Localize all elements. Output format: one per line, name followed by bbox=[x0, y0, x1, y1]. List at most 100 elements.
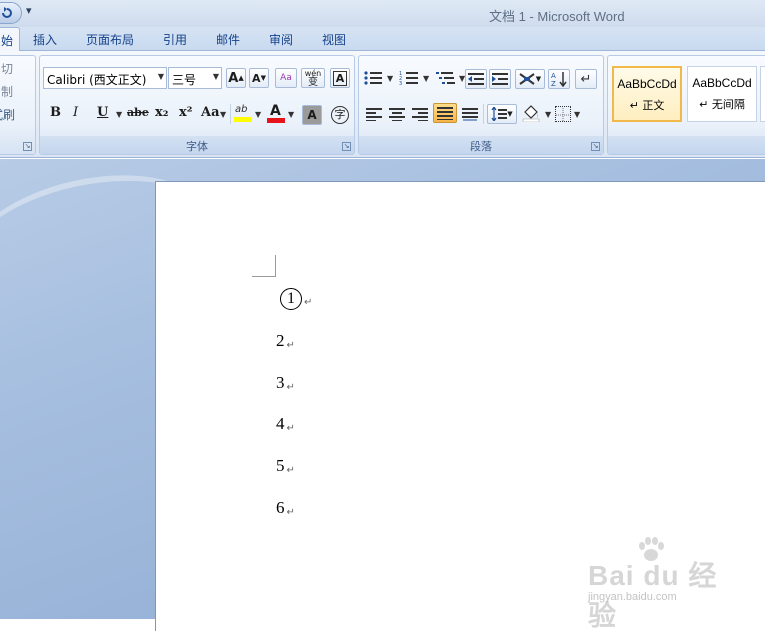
bold-button[interactable]: B bbox=[50, 105, 61, 120]
character-border-button[interactable]: A bbox=[330, 68, 350, 88]
change-case-button[interactable]: Aa bbox=[201, 105, 220, 120]
tab-insert[interactable]: 插入 bbox=[33, 31, 57, 48]
grow-font-icon: A bbox=[228, 70, 239, 86]
font-dialog-launcher[interactable]: ↘ bbox=[342, 142, 351, 151]
highlighter-icon: ab bbox=[235, 104, 248, 115]
format-painter-button[interactable]: 式刷 bbox=[0, 106, 15, 123]
highlight-button[interactable]: ab bbox=[233, 104, 255, 124]
phonetic-guide-button[interactable]: wén 变 bbox=[301, 68, 325, 88]
subscript-button[interactable]: x₂ bbox=[155, 105, 168, 120]
line-spacing-button[interactable]: ▼ bbox=[487, 104, 517, 124]
paragraph-mark: ↵ bbox=[286, 507, 295, 518]
paragraph-mark: ↵ bbox=[286, 465, 295, 476]
distributed-button[interactable] bbox=[459, 104, 481, 124]
chevron-down-icon: ▼ bbox=[423, 74, 430, 83]
document-line-3[interactable]: 3 ↵ bbox=[276, 373, 295, 393]
borders-button[interactable] bbox=[555, 106, 571, 122]
font-name-value: Calibri (西文正文) bbox=[47, 73, 147, 87]
paragraph-mark: ↵ bbox=[286, 340, 295, 351]
tab-page-layout[interactable]: 页面布局 bbox=[86, 31, 134, 48]
undo-icon bbox=[2, 7, 12, 18]
shrink-font-icon: A bbox=[252, 71, 261, 85]
cut-button[interactable]: 切 bbox=[1, 60, 13, 77]
bullets-button[interactable]: ▼ bbox=[363, 70, 393, 88]
chevron-down-icon: ▼ bbox=[157, 72, 164, 81]
font-color-button[interactable]: A bbox=[266, 103, 288, 124]
font-name-combo[interactable]: Calibri (西文正文) ▼ bbox=[43, 67, 167, 89]
clipboard-group: 切 制 式刷 ↘ bbox=[0, 55, 36, 155]
watermark-url: jingyan.baidu.com bbox=[588, 591, 677, 603]
distributed-icon bbox=[462, 108, 478, 121]
show-hide-marks-button[interactable]: ↵ bbox=[575, 69, 597, 89]
justify-button[interactable] bbox=[433, 103, 457, 123]
clear-format-button[interactable]: Aa bbox=[275, 68, 297, 88]
tab-references[interactable]: 引用 bbox=[163, 31, 187, 48]
style-name: ↵ 无间隔 bbox=[699, 98, 745, 111]
undo-button[interactable] bbox=[0, 2, 22, 24]
style-heading-1[interactable]: A bbox=[760, 66, 765, 122]
chevron-down-icon[interactable]: ▼ bbox=[220, 110, 226, 119]
line-number: 5 bbox=[276, 456, 285, 475]
document-line-1[interactable]: 1 ↵ bbox=[276, 288, 312, 310]
line-spacing-icon bbox=[491, 107, 508, 121]
decrease-indent-icon bbox=[468, 73, 484, 85]
sort-button[interactable]: A Z bbox=[548, 69, 570, 89]
quick-access-dropdown[interactable]: ▾ bbox=[26, 4, 32, 17]
tab-view[interactable]: 视图 bbox=[322, 31, 346, 48]
paragraph-mark: ↵ bbox=[304, 297, 313, 308]
paragraph-dialog-launcher[interactable]: ↘ bbox=[591, 142, 600, 151]
paragraph-mark: ↵ bbox=[286, 423, 295, 434]
character-shading-icon: A bbox=[307, 108, 317, 122]
tab-review[interactable]: 审阅 bbox=[269, 31, 293, 48]
title-bar: ▾ 文档 1 - Microsoft Word bbox=[0, 0, 765, 27]
chevron-down-icon[interactable]: ▼ bbox=[288, 110, 294, 119]
chevron-down-icon[interactable]: ▼ bbox=[545, 110, 551, 119]
font-size-value: 三号 bbox=[172, 73, 197, 87]
font-group: Calibri (西文正文) ▼ 三号 ▼ A ▲ A ▼ Aa wén 变 A B… bbox=[39, 55, 355, 155]
align-right-icon bbox=[412, 108, 428, 121]
italic-button[interactable]: I bbox=[73, 105, 78, 120]
shrink-font-button[interactable]: A ▼ bbox=[249, 68, 269, 88]
font-size-combo[interactable]: 三号 ▼ bbox=[168, 67, 222, 89]
clear-format-icon: Aa bbox=[280, 73, 292, 83]
increase-indent-button[interactable] bbox=[489, 69, 511, 89]
copy-button[interactable]: 制 bbox=[1, 83, 13, 100]
style-no-spacing[interactable]: AaBbCcDd ↵ 无间隔 bbox=[687, 66, 757, 122]
document-line-6[interactable]: 6 ↵ bbox=[276, 498, 295, 518]
style-sample: AaBbCcDd bbox=[692, 76, 752, 90]
character-border-icon: A bbox=[332, 70, 348, 86]
chevron-down-icon[interactable]: ▼ bbox=[574, 110, 580, 119]
numbered-list-icon: 1 2 3 bbox=[399, 71, 418, 87]
align-right-button[interactable] bbox=[409, 104, 431, 124]
clipboard-dialog-launcher[interactable]: ↘ bbox=[23, 142, 32, 151]
superscript-button[interactable]: x² bbox=[179, 105, 192, 120]
shading-button[interactable] bbox=[522, 104, 544, 124]
numbering-button[interactable]: 1 2 3 ▼ bbox=[399, 70, 429, 88]
document-line-5[interactable]: 5 ↵ bbox=[276, 456, 295, 476]
style-normal[interactable]: AaBbCcDd ↵ 正文 bbox=[612, 66, 682, 122]
align-center-icon bbox=[389, 108, 405, 121]
chevron-down-icon[interactable]: ▼ bbox=[116, 110, 122, 119]
enclose-characters-button[interactable]: 字 bbox=[329, 105, 351, 125]
character-shading-button[interactable]: A bbox=[302, 105, 322, 125]
document-line-2[interactable]: 2 ↵ bbox=[276, 331, 295, 351]
underline-button[interactable]: U bbox=[97, 105, 108, 120]
align-left-icon bbox=[366, 108, 382, 121]
chevron-down-icon[interactable]: ▼ bbox=[255, 110, 261, 119]
decrease-indent-button[interactable] bbox=[465, 69, 487, 89]
document-line-4[interactable]: 4 ↵ bbox=[276, 414, 295, 434]
align-center-button[interactable] bbox=[386, 104, 408, 124]
font-color-icon: A bbox=[270, 103, 281, 119]
align-left-button[interactable] bbox=[363, 104, 385, 124]
chinese-layout-button[interactable]: ▼ bbox=[515, 69, 545, 89]
baidu-jingyan-watermark: Bai du 经验 jingyan.baidu.com bbox=[588, 537, 728, 631]
strikethrough-button[interactable]: abe bbox=[127, 106, 149, 119]
line-number: 4 bbox=[276, 414, 285, 433]
font-group-label: 字体 bbox=[40, 136, 354, 154]
multilevel-list-button[interactable]: ▼ bbox=[435, 70, 465, 88]
chinese-layout-icon bbox=[519, 73, 535, 85]
tab-mailings[interactable]: 邮件 bbox=[216, 31, 240, 48]
grow-font-button[interactable]: A ▲ bbox=[226, 68, 246, 88]
tab-home[interactable]: 始 bbox=[0, 27, 21, 52]
paragraph-group-label: 段落 bbox=[359, 136, 603, 154]
